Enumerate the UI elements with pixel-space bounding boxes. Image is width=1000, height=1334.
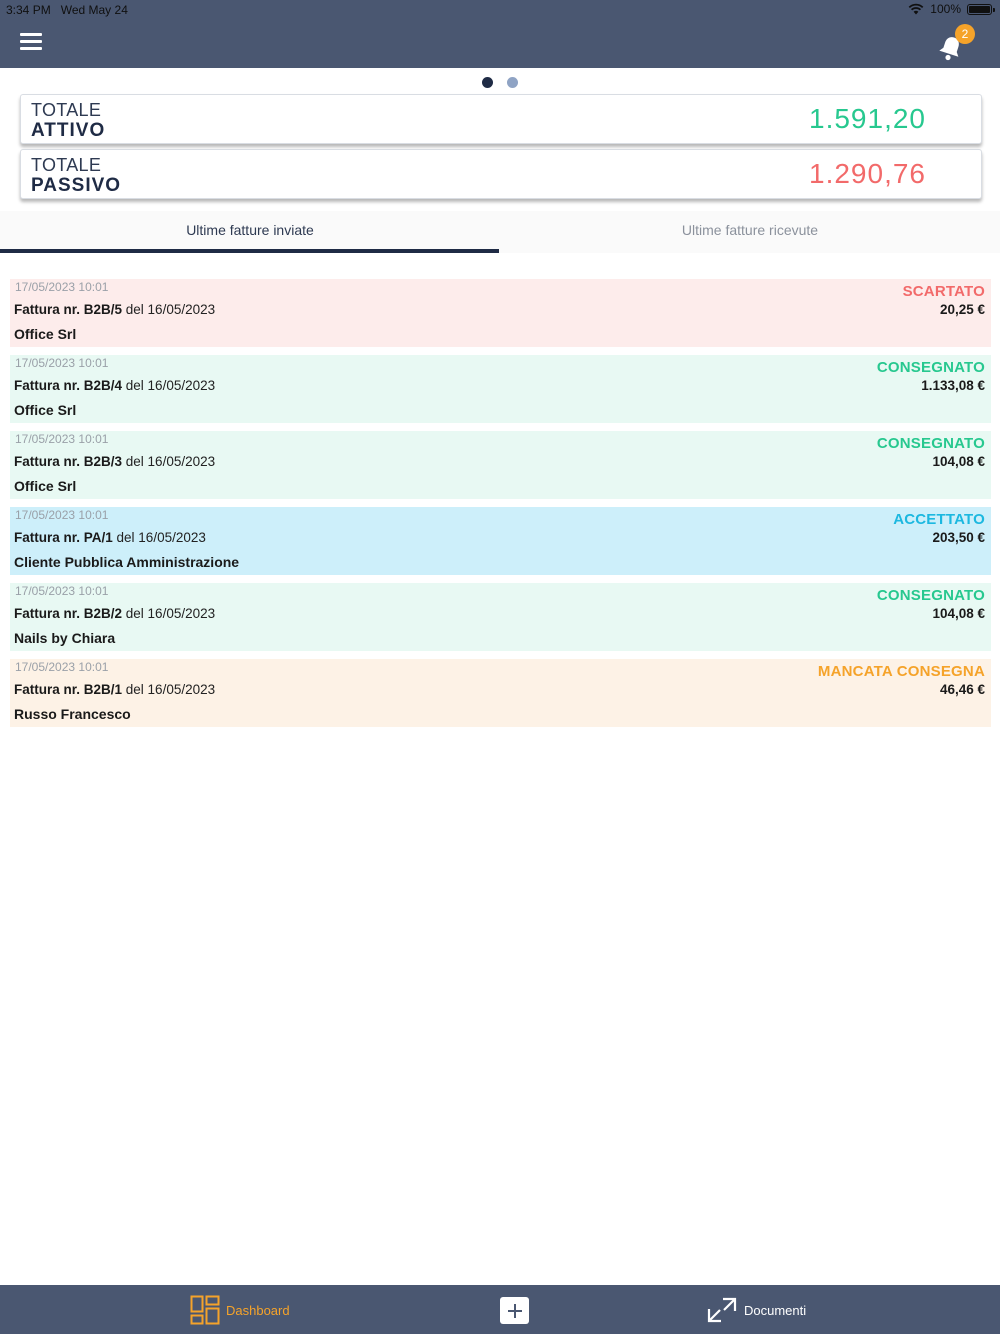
invoice-status: MANCATA CONSEGNA	[817, 663, 985, 680]
invoice-row[interactable]: 17/05/2023 10:01 Fattura nr. B2B/5 del 1…	[10, 279, 991, 347]
total-attivo-amount: 1.591,20	[809, 103, 926, 134]
invoice-number-label: Fattura nr. B2B/3	[14, 454, 123, 469]
total-passivo-label-bottom: PASSIVO	[31, 175, 122, 196]
bottom-navigation-bar: Dashboard Documenti	[0, 1285, 1000, 1334]
invoice-number: Fattura nr. PA/1 del 16/05/2023	[14, 530, 206, 545]
invoice-row[interactable]: 17/05/2023 10:01 Fattura nr. B2B/4 del 1…	[10, 355, 991, 423]
plus-icon	[507, 1303, 522, 1318]
nav-dashboard[interactable]: Dashboard	[190, 1295, 290, 1325]
top-navigation-bar: 3:34 PM Wed May 24 100% 2	[0, 0, 1000, 68]
invoice-row[interactable]: 17/05/2023 10:01 Fattura nr. B2B/1 del 1…	[10, 659, 991, 727]
add-document-button[interactable]	[500, 1297, 529, 1324]
total-attivo-label-top: TOTALE	[31, 100, 102, 120]
invoice-client: Nails by Chiara	[14, 630, 116, 646]
invoice-amount: 104,08 €	[932, 606, 985, 621]
total-passivo-amount: 1.290,76	[809, 158, 926, 189]
total-attivo-card[interactable]: TOTALE ATTIVO 1.591,20	[20, 94, 982, 144]
invoice-date: 17/05/2023 10:01	[15, 432, 109, 446]
invoice-number: Fattura nr. B2B/2 del 16/05/2023	[14, 606, 215, 621]
invoice-date: 17/05/2023 10:01	[15, 280, 109, 294]
invoice-client: Russo Francesco	[14, 706, 131, 722]
invoice-number-label: Fattura nr. B2B/2	[14, 606, 123, 621]
invoice-status: ACCETTATO	[893, 511, 985, 528]
invoice-client: Cliente Pubblica Amministrazione	[14, 554, 240, 570]
page-dot-2[interactable]	[507, 77, 518, 88]
wifi-icon	[908, 3, 924, 15]
invoice-issue-date: del 16/05/2023	[122, 682, 216, 697]
total-attivo-label-bottom: ATTIVO	[31, 120, 106, 141]
invoice-row[interactable]: 17/05/2023 10:01 Fattura nr. B2B/3 del 1…	[10, 431, 991, 499]
nav-dashboard-label: Dashboard	[226, 1302, 290, 1318]
nav-documents[interactable]: Documenti	[706, 1295, 806, 1325]
invoice-list: 17/05/2023 10:01 Fattura nr. B2B/5 del 1…	[10, 279, 991, 735]
nav-documents-label: Documenti	[744, 1302, 807, 1318]
invoice-number: Fattura nr. B2B/4 del 16/05/2023	[14, 378, 215, 393]
notifications-button[interactable]: 2	[938, 24, 975, 61]
invoice-row[interactable]: 17/05/2023 10:01 Fattura nr. PA/1 del 16…	[10, 507, 991, 575]
invoice-client: Office Srl	[14, 478, 77, 494]
invoice-amount: 203,50 €	[932, 530, 985, 545]
invoice-issue-date: del 16/05/2023	[112, 530, 206, 545]
dashboard-grid-icon	[190, 1295, 220, 1325]
invoice-date: 17/05/2023 10:01	[15, 660, 109, 674]
battery-icon	[967, 3, 995, 15]
invoice-issue-date: del 16/05/2023	[122, 606, 216, 621]
invoice-number: Fattura nr. B2B/1 del 16/05/2023	[14, 682, 215, 697]
page-dot-1[interactable]	[482, 77, 493, 88]
status-time: 3:34 PM	[6, 3, 51, 17]
hamburger-menu-icon[interactable]	[20, 33, 42, 50]
invoice-amount: 46,46 €	[939, 682, 985, 697]
page-indicator	[0, 77, 1000, 88]
invoice-client: Office Srl	[14, 326, 77, 342]
invoice-date: 17/05/2023 10:01	[15, 356, 109, 370]
invoice-amount: 1.133,08 €	[921, 378, 985, 393]
invoice-number: Fattura nr. B2B/5 del 16/05/2023	[14, 302, 215, 317]
invoice-issue-date: del 16/05/2023	[122, 378, 216, 393]
status-date: Wed May 24	[60, 3, 128, 17]
total-passivo-card[interactable]: TOTALE PASSIVO 1.290,76	[20, 149, 982, 199]
battery-percentage: 100%	[930, 2, 961, 16]
invoice-number-label: Fattura nr. B2B/4	[14, 378, 123, 393]
status-bar-time: 3:34 PM Wed May 24	[6, 3, 128, 17]
invoice-issue-date: del 16/05/2023	[122, 302, 216, 317]
notification-count-badge: 2	[955, 24, 975, 44]
invoice-row[interactable]: 17/05/2023 10:01 Fattura nr. B2B/2 del 1…	[10, 583, 991, 651]
invoice-number-label: Fattura nr. B2B/5	[14, 302, 123, 317]
status-bar-indicators: 100%	[908, 2, 995, 16]
invoice-status: SCARTATO	[902, 283, 985, 300]
invoice-amount: 104,08 €	[932, 454, 985, 469]
invoice-tabs: Ultime fatture inviate Ultime fatture ri…	[0, 211, 1000, 253]
invoice-date: 17/05/2023 10:01	[15, 584, 109, 598]
invoice-status: CONSEGNATO	[876, 435, 985, 452]
total-passivo-label-top: TOTALE	[31, 155, 102, 175]
tab-received-invoices[interactable]: Ultime fatture ricevute	[500, 211, 1000, 253]
invoice-status: CONSEGNATO	[876, 359, 985, 376]
tab-sent-invoices[interactable]: Ultime fatture inviate	[0, 211, 500, 253]
invoice-issue-date: del 16/05/2023	[122, 454, 216, 469]
invoice-status: CONSEGNATO	[876, 587, 985, 604]
invoice-client: Office Srl	[14, 402, 77, 418]
invoice-amount: 20,25 €	[939, 302, 985, 317]
invoice-number-label: Fattura nr. B2B/1	[14, 682, 123, 697]
arrows-exchange-icon	[707, 1297, 737, 1323]
invoice-number-label: Fattura nr. PA/1	[14, 530, 113, 545]
invoice-date: 17/05/2023 10:01	[15, 508, 109, 522]
invoice-number: Fattura nr. B2B/3 del 16/05/2023	[14, 454, 215, 469]
